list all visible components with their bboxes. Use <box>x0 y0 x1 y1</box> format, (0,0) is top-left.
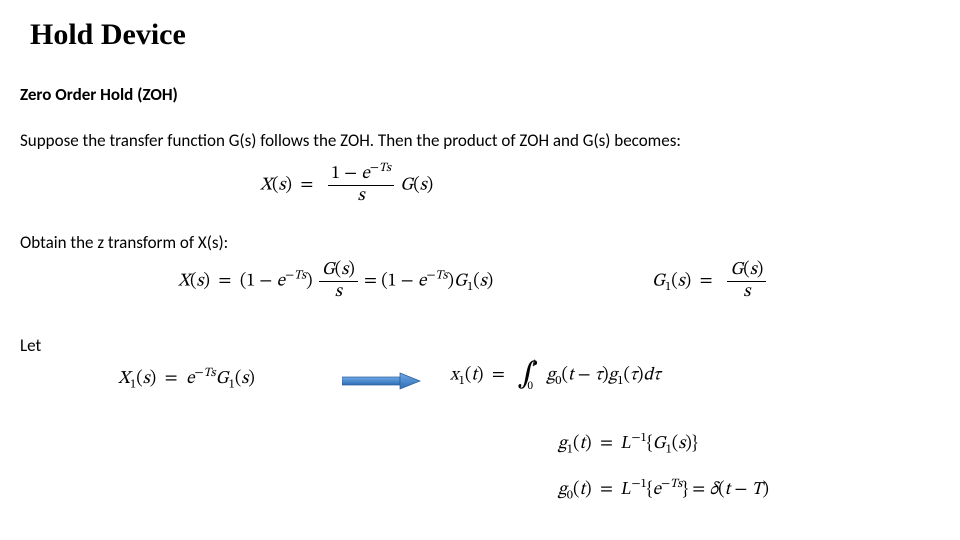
equation-x1t-convolution: x1(t) = ∫t0 g0(t − τ)g1(τ)dτ <box>450 360 660 390</box>
equation-x1s: X1(s) = e−TsG1(s) <box>118 368 255 391</box>
subheading: Zero Order Hold (ZOH) <box>20 84 178 105</box>
slide: Hold Device Zero Order Hold (ZOH) Suppos… <box>0 0 960 540</box>
let-label: Let <box>20 335 41 356</box>
equation-g0t: g0(t) = L−1{e−Ts} = δ(t − T) <box>558 478 769 502</box>
equation-g1-def: G1(s) = G(s) s <box>652 261 768 302</box>
equation-xs-expanded: X(s) = (1 − e−Ts) G(s) s = (1 − e−Ts)G1(… <box>178 261 493 302</box>
equation-g1t: g1(t) = L−1{G1(s)} <box>558 432 698 456</box>
arrow-icon <box>342 371 422 391</box>
equation-xs-zoh: X(s) = 1 − e−Ts s G(s) <box>260 165 433 206</box>
page-title: Hold Device <box>30 18 186 52</box>
paragraph-2: Obtain the z transform of X(s): <box>20 232 228 253</box>
paragraph-1: Suppose the transfer function G(s) follo… <box>20 130 681 151</box>
